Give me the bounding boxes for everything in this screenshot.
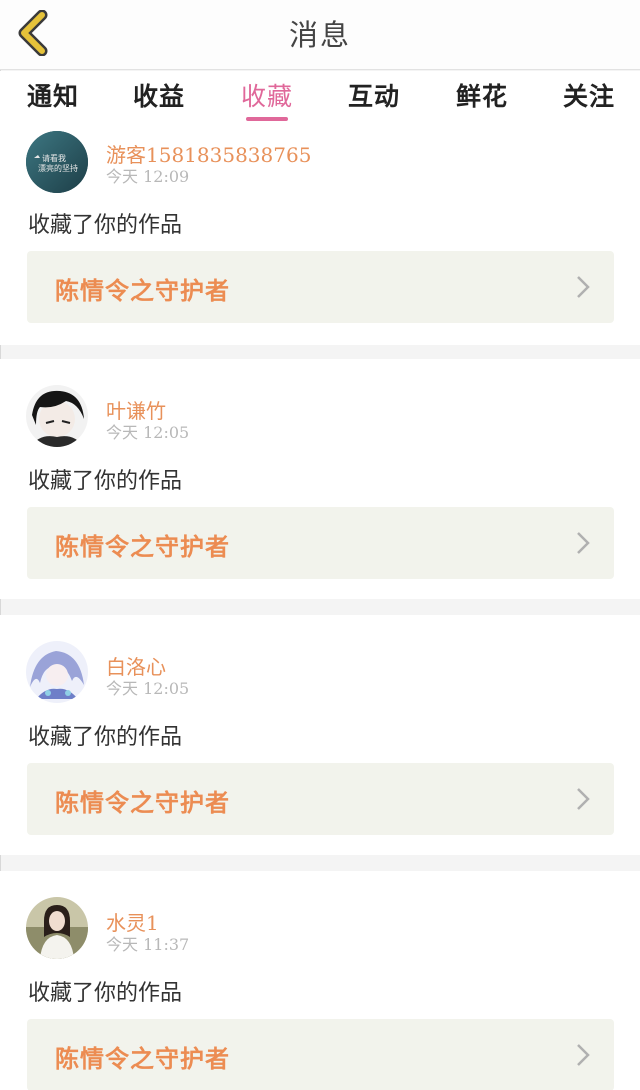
avatar-image [26,385,88,447]
user-avatar[interactable]: 请看我 漂亮的坚持 [26,131,88,193]
active-tab-indicator [246,117,288,121]
work-title: 陈情令之守护者 [55,1044,230,1073]
avatar-image [26,641,88,703]
avatar-image: 请看我 漂亮的坚持 [26,131,88,193]
work-link[interactable]: 陈情令之守护者 [27,507,614,579]
action-text: 收藏了你的作品 [28,725,183,750]
tab-favorites[interactable]: 收藏 [236,77,298,121]
chevron-right-icon [577,276,590,298]
work-link[interactable]: 陈情令之守护者 [27,763,614,835]
tab-flowers[interactable]: 鲜花 [451,77,513,121]
tab-following[interactable]: 关注 [558,77,620,121]
top-bar: 消息 [0,0,640,70]
avatar-image [26,897,88,959]
page-title: 消息 [288,18,351,52]
work-title: 陈情令之守护者 [55,788,230,817]
tab-bar: 通知 收益 收藏 互动 鲜花 关注 [0,71,640,123]
action-text: 收藏了你的作品 [28,981,183,1006]
work-link[interactable]: 陈情令之守护者 [27,251,614,323]
user-avatar[interactable] [26,385,88,447]
timestamp: 今天 11:37 [106,935,190,954]
notification-item: 水灵1 今天 11:37 收藏了你的作品 陈情令之守护者 [0,871,640,1090]
svg-text:漂亮的坚持: 漂亮的坚持 [38,163,78,173]
tab-interactions[interactable]: 互动 [343,77,405,121]
tab-earnings[interactable]: 收益 [128,77,190,121]
chevron-right-icon [577,788,590,810]
timestamp: 今天 12:05 [106,679,190,698]
svg-text:请看我: 请看我 [42,153,66,163]
work-title: 陈情令之守护者 [55,276,230,305]
user-avatar[interactable] [26,641,88,703]
notification-item: 请看我 漂亮的坚持 游客1581835838765 今天 12:09 收藏了你的… [0,123,640,345]
action-text: 收藏了你的作品 [28,469,183,494]
tab-notifications[interactable]: 通知 [22,77,84,121]
notification-item: 叶谦竹 今天 12:05 收藏了你的作品 陈情令之守护者 [0,359,640,599]
notification-item: 白洛心 今天 12:05 收藏了你的作品 陈情令之守护者 [0,615,640,855]
chevron-right-icon [577,1044,590,1066]
work-title: 陈情令之守护者 [55,532,230,561]
chevron-right-icon [577,532,590,554]
timestamp: 今天 12:05 [106,423,190,442]
timestamp: 今天 12:09 [106,167,190,186]
action-text: 收藏了你的作品 [28,213,183,238]
user-avatar[interactable] [26,897,88,959]
work-link[interactable]: 陈情令之守护者 [27,1019,614,1090]
